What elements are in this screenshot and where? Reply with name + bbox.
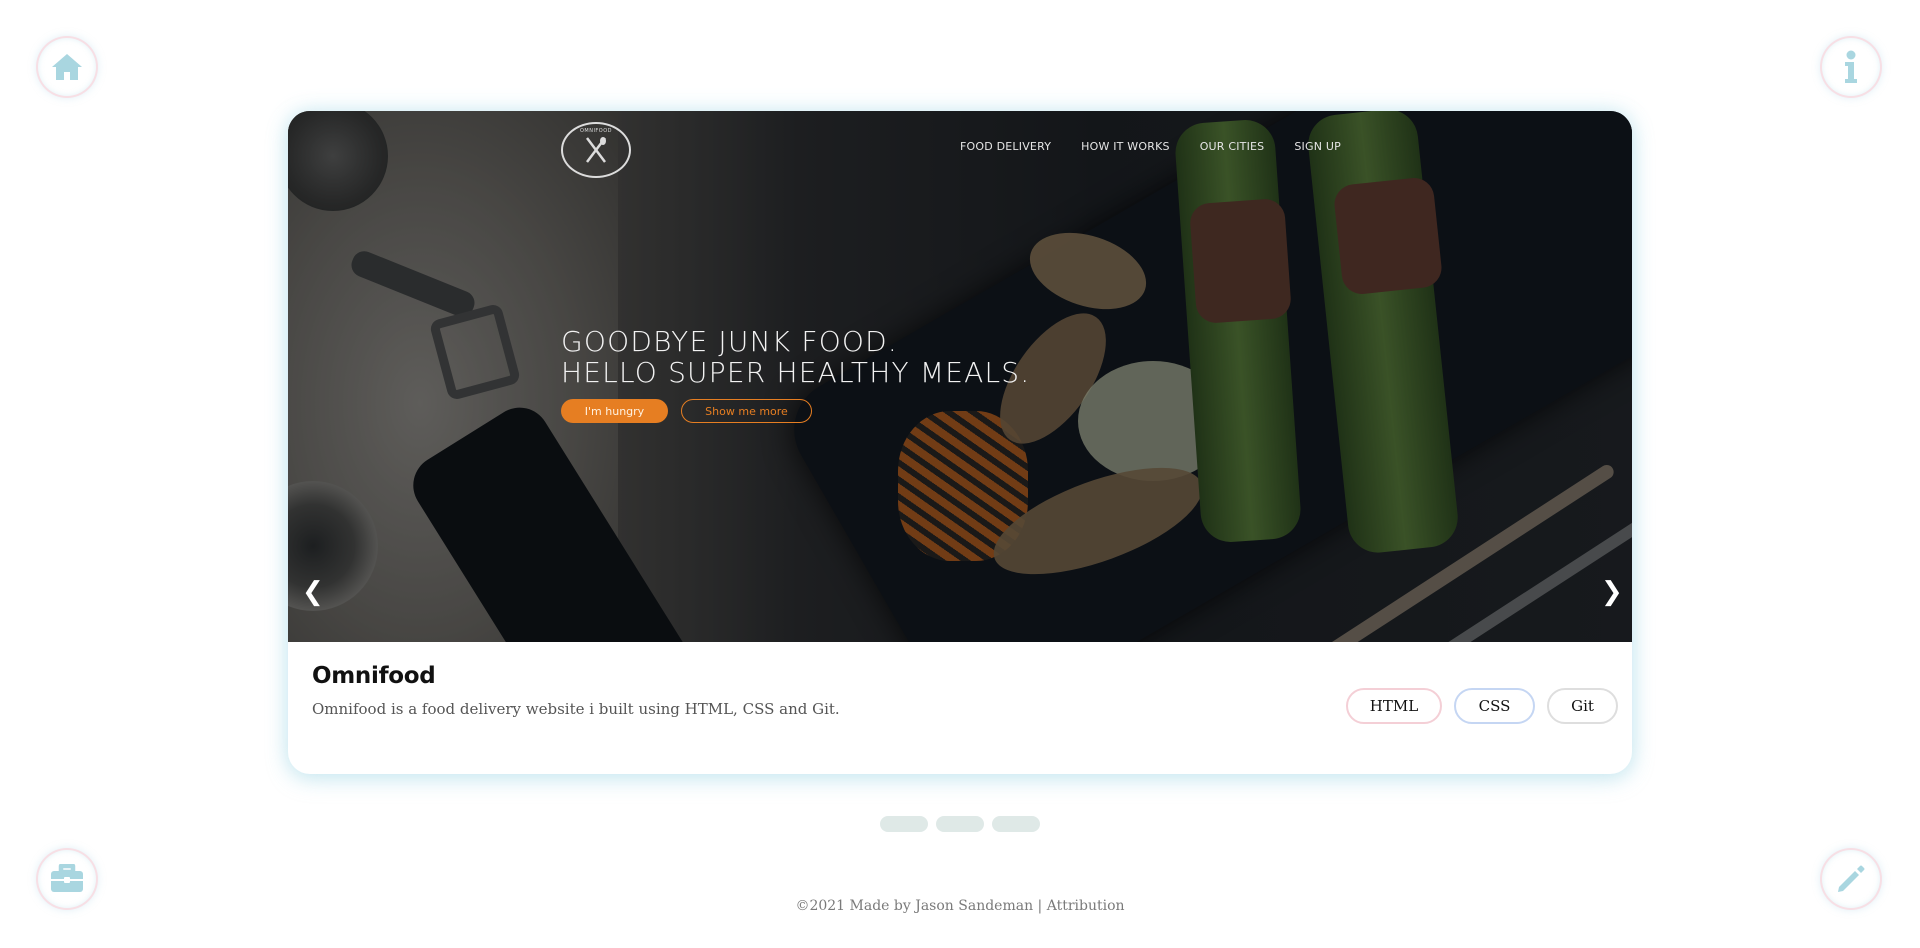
cutlery-icon [586, 137, 606, 163]
omnifood-hero-buttons: I'm hungry Show me more [561, 399, 812, 423]
omnifood-hungry-button: I'm hungry [561, 399, 668, 423]
footer-credit: ©2021 Made by Jason Sandeman | [795, 898, 1043, 914]
home-button[interactable] [38, 38, 96, 96]
pencil-icon [1838, 865, 1865, 892]
project-title: Omnifood [312, 663, 436, 689]
project-description: Omnifood is a food delivery website i bu… [312, 700, 840, 718]
carousel-dots [880, 816, 1040, 832]
info-icon [1845, 50, 1857, 83]
portfolio-page: OMNIFOOD FOOD DELIVERY HOW IT WORKS OUR … [0, 0, 1920, 948]
omnifood-hero-heading: GOODBYE JUNK FOOD. HELLO SUPER HEALTHY M… [561, 326, 1030, 388]
carousel-dot-2[interactable] [936, 816, 984, 832]
omnifood-nav-food-delivery: FOOD DELIVERY [960, 140, 1052, 153]
omnifood-nav-how-it-works: HOW IT WORKS [1081, 140, 1170, 153]
omnifood-nav: FOOD DELIVERY HOW IT WORKS OUR CITIES SI… [960, 140, 1341, 153]
tag-css[interactable]: CSS [1454, 688, 1535, 724]
footer: ©2021 Made by Jason Sandeman | Attributi… [0, 898, 1920, 914]
omnifood-logo: OMNIFOOD [561, 122, 631, 178]
home-icon [52, 54, 82, 80]
omnifood-show-more-button: Show me more [681, 399, 812, 423]
carousel-dot-1[interactable] [880, 816, 928, 832]
omnifood-nav-sign-up: SIGN UP [1294, 140, 1341, 153]
project-card: OMNIFOOD FOOD DELIVERY HOW IT WORKS OUR … [288, 111, 1632, 774]
omnifood-nav-our-cities: OUR CITIES [1199, 140, 1265, 153]
info-button[interactable] [1822, 38, 1880, 96]
tag-git[interactable]: Git [1547, 688, 1618, 724]
briefcase-icon [51, 864, 83, 892]
omnifood-logo-text: OMNIFOOD [579, 128, 613, 134]
tag-html[interactable]: HTML [1346, 688, 1442, 724]
carousel-dot-3[interactable] [992, 816, 1040, 832]
omnifood-hero-line2: HELLO SUPER HEALTHY MEALS. [561, 356, 1031, 389]
next-slide-arrow[interactable]: ❯ [1601, 577, 1623, 607]
previous-slide-arrow[interactable]: ❮ [302, 577, 324, 607]
omnifood-hero-line1: GOODBYE JUNK FOOD. [561, 325, 899, 358]
attribution-link[interactable]: Attribution [1047, 898, 1125, 914]
project-screenshot[interactable]: OMNIFOOD FOOD DELIVERY HOW IT WORKS OUR … [288, 111, 1632, 642]
project-tags: HTML CSS Git [1346, 688, 1618, 724]
